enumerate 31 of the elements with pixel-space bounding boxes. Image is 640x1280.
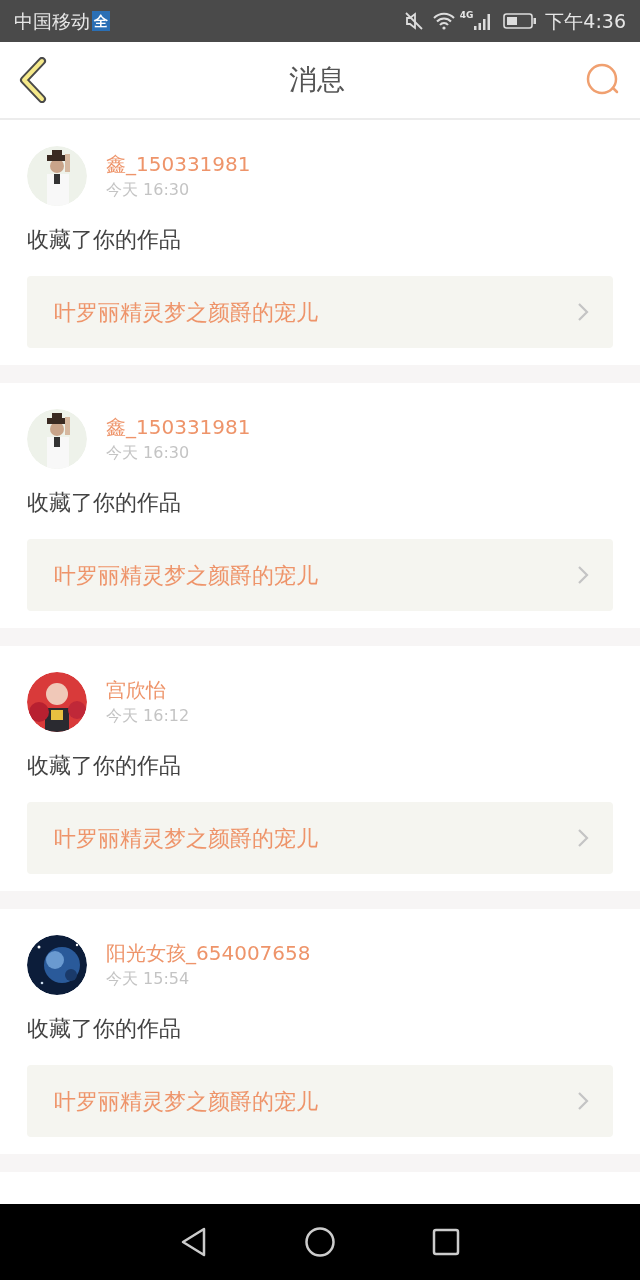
home-nav-icon[interactable]	[304, 1226, 336, 1258]
user-name[interactable]: 宫欣怡	[106, 676, 190, 704]
message-text: 收藏了你的作品	[27, 226, 182, 254]
message-time: 今天 16:30	[106, 442, 191, 464]
work-link[interactable]: 叶罗丽精灵梦之颜爵的宠儿	[27, 276, 613, 348]
message-time: 今天 16:30	[106, 179, 191, 201]
message-time: 今天 15:54	[106, 968, 191, 990]
battery-icon	[503, 12, 538, 30]
chevron-icon	[577, 565, 589, 585]
chevron-icon	[577, 302, 589, 322]
message-time: 今天 16:12	[106, 705, 190, 727]
chevron-icon	[577, 828, 589, 848]
message-text: 收藏了你的作品	[27, 1015, 182, 1043]
carrier-name: 中国移动	[14, 8, 90, 34]
message-text: 收藏了你的作品	[27, 752, 182, 780]
work-link[interactable]: 叶罗丽精灵梦之颜爵的宠儿	[27, 539, 613, 611]
recents-nav-icon[interactable]	[432, 1228, 460, 1256]
user-name[interactable]: 鑫_150331981	[106, 413, 251, 441]
network-badge: 全	[92, 11, 110, 31]
chevron-icon	[577, 1091, 589, 1111]
work-link[interactable]: 叶罗丽精灵梦之颜爵的宠儿	[27, 1065, 613, 1137]
mute-icon	[403, 11, 424, 31]
network-type: 4G	[459, 9, 474, 22]
user-name[interactable]: 阳光女孩_654007658	[106, 939, 311, 967]
work-link[interactable]: 叶罗丽精灵梦之颜爵的宠儿	[27, 802, 613, 874]
page-title: 消息	[289, 62, 345, 98]
wifi-icon	[431, 12, 456, 30]
user-name[interactable]: 鑫_150331981	[106, 150, 251, 178]
message-text: 收藏了你的作品	[27, 489, 182, 517]
status-time: 下午4:36	[545, 8, 626, 34]
back-nav-icon[interactable]	[180, 1226, 208, 1258]
